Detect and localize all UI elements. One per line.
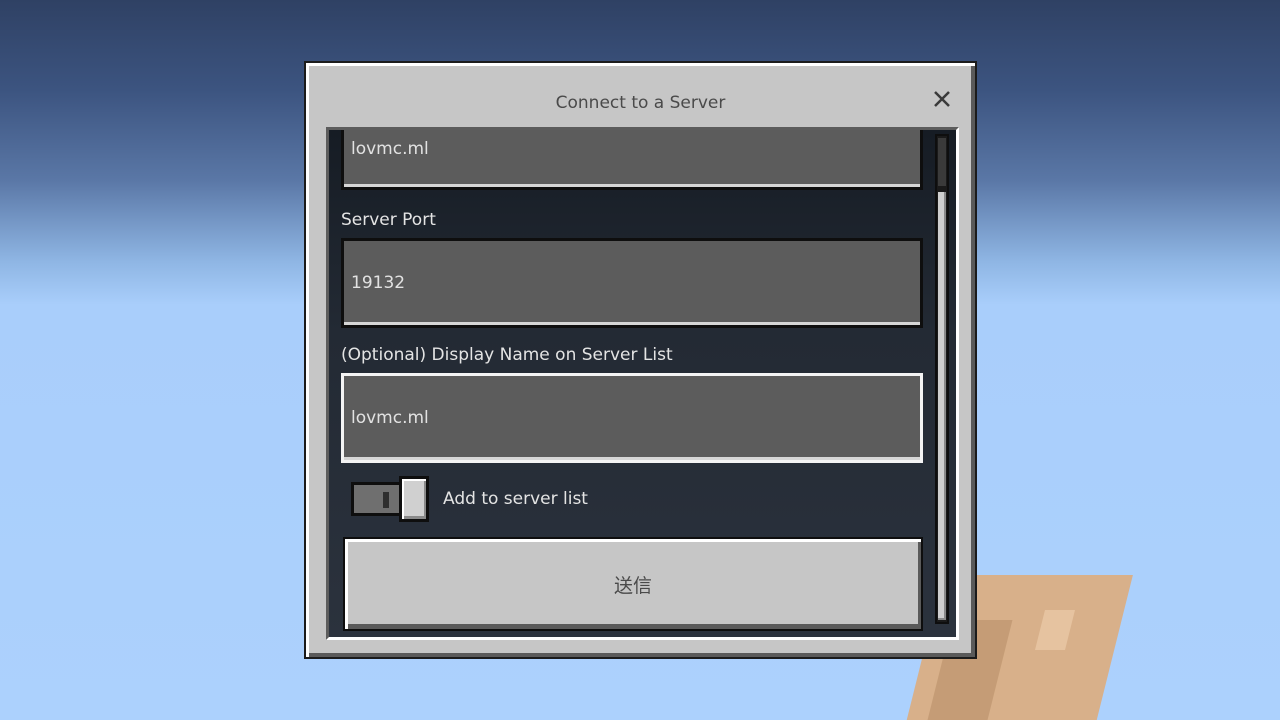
server-port-value: 19132	[351, 273, 406, 293]
display-name-label: (Optional) Display Name on Server List	[341, 345, 673, 365]
server-address-field[interactable]: lovmc.ml	[341, 130, 923, 190]
add-to-server-list-label: Add to server list	[443, 489, 588, 509]
server-port-label: Server Port	[341, 210, 436, 230]
submit-button[interactable]: 送信	[343, 537, 923, 631]
scrollbar-track-top	[938, 138, 946, 186]
close-icon	[934, 91, 950, 107]
scrollbar[interactable]	[935, 134, 949, 624]
display-name-value: lovmc.ml	[351, 408, 429, 428]
add-to-server-list-toggle[interactable]	[351, 476, 429, 522]
toggle-knob	[399, 476, 429, 522]
scrollbar-thumb[interactable]	[938, 192, 946, 620]
close-button[interactable]	[930, 87, 954, 111]
connect-server-dialog: Connect to a Server lovmc.ml Server Port…	[304, 61, 977, 659]
server-port-field[interactable]: 19132	[341, 238, 923, 328]
form-scroll-panel: lovmc.ml Server Port 19132 (Optional) Di…	[326, 127, 959, 640]
form-content: lovmc.ml Server Port 19132 (Optional) Di…	[329, 130, 956, 637]
server-address-value: lovmc.ml	[351, 139, 429, 159]
dialog-title: Connect to a Server	[555, 93, 726, 113]
display-name-field[interactable]: lovmc.ml	[341, 373, 923, 463]
toggle-on-mark	[383, 492, 389, 508]
